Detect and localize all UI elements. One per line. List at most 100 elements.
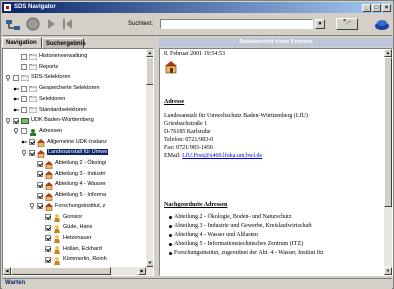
tree-item[interactable]: Reports	[13, 63, 58, 72]
tree-item[interactable]: Abteilung 3 - Industri	[29, 170, 105, 180]
scroll-right-arrow-icon[interactable]: ▶	[138, 267, 146, 275]
tree-item[interactable]: Standardselektoren	[13, 106, 87, 115]
navigation-tree[interactable]: Kümmerlin, Reinh Hollan, Eckhard Hetzenaue…	[2, 48, 154, 276]
search-input[interactable]	[160, 19, 313, 29]
tree-item[interactable]: Historienverwaltung	[13, 52, 87, 61]
subordinate-item[interactable]: Abteilung 2 - Ökologie, Boden- und Natur…	[168, 214, 291, 221]
tree-checkbox[interactable]	[21, 85, 27, 92]
first-icon[interactable]	[60, 17, 74, 31]
folder-icon	[28, 96, 38, 103]
address-line: Griesbachstraße 1	[164, 121, 208, 127]
stop-icon[interactable]	[26, 17, 40, 31]
tree-item-label: Abteilung 5 - Informa	[55, 192, 107, 199]
pane-splitter[interactable]	[154, 37, 158, 276]
tree-checkbox[interactable]	[37, 181, 43, 188]
scroll-thumb[interactable]	[384, 57, 392, 207]
tree-checkbox[interactable]	[21, 128, 27, 135]
collapse-toggle-icon[interactable]	[5, 74, 11, 81]
scroll-thumb[interactable]	[11, 267, 111, 275]
email-link[interactable]: LfU.Post@x400.lfuka.um.bwl.de	[182, 153, 262, 159]
binoculars-icon: 🔭	[342, 20, 352, 27]
tree-item[interactable]: SDS-Selektoren	[5, 73, 70, 82]
subordinate-item[interactable]: Abteilung 4 - Wasser und Altlasten	[169, 232, 258, 239]
tree-checkbox[interactable]	[37, 171, 43, 178]
tree-item-label: Hollan, Eckhard	[63, 245, 102, 252]
scroll-up-arrow-icon[interactable]: ▲	[146, 49, 153, 57]
tree-item[interactable]: Landesanstalt für Umwe	[21, 148, 109, 159]
collapse-toggle-icon[interactable]	[21, 149, 27, 156]
subordinate-item[interactable]: Abteilung 3 - Industrie und Gewerbe, Kre…	[169, 223, 312, 230]
tree-item-label: Allgemeine UDK-Instanz	[47, 138, 107, 145]
close-button[interactable]: ×	[382, 4, 391, 12]
tree-item[interactable]: Gespeicherte Selektoren	[13, 84, 100, 93]
tree-checkbox[interactable]	[37, 203, 43, 210]
maximize-button[interactable]: □	[372, 4, 381, 12]
tree-item-label: Gespeicherte Selektoren	[39, 85, 100, 92]
tree-checkbox[interactable]	[13, 117, 19, 124]
database-icon	[21, 117, 29, 124]
tree-item[interactable]: Selektoren	[13, 95, 65, 104]
folder-icon	[28, 107, 38, 114]
scroll-down-arrow-icon[interactable]: ▼	[146, 259, 153, 267]
tree-checkbox[interactable]	[37, 192, 43, 199]
network-icon[interactable]	[5, 17, 21, 33]
tree-checkbox[interactable]	[45, 214, 51, 220]
tab-navigation[interactable]: Navigation	[2, 37, 42, 48]
detail-vertical-scrollbar[interactable]: ▲ ▼	[384, 49, 392, 275]
search-dropdown-button[interactable]: ▼	[315, 19, 325, 29]
window-title: SDS Navigator	[14, 4, 56, 10]
tab-suchergebnis[interactable]: Suchergebnis	[42, 38, 86, 48]
scroll-left-arrow-icon[interactable]: ◀	[3, 267, 11, 275]
tree-checkbox[interactable]	[21, 64, 27, 71]
tree-checkbox[interactable]	[13, 74, 19, 81]
collapse-toggle-icon[interactable]	[5, 117, 11, 124]
tree-item[interactable]: Hetzenauer	[37, 234, 91, 244]
scroll-up-arrow-icon[interactable]: ▲	[384, 49, 392, 57]
search-button[interactable]: 🔭	[336, 18, 358, 30]
tree-item[interactable]: Gonsior	[37, 213, 82, 222]
tree-vertical-scrollbar[interactable]: ▲ ▼	[146, 49, 153, 275]
tree-item[interactable]: Abteilung 2 - Ökologi	[29, 159, 106, 169]
house-icon	[37, 149, 45, 159]
tree-item[interactable]: Hollan, Eckhard	[37, 245, 102, 255]
house-icon	[45, 160, 53, 169]
tree-item[interactable]: Forschungsinstitut, z	[29, 202, 105, 212]
tree-checkbox[interactable]	[45, 235, 51, 242]
tree-horizontal-scrollbar[interactable]: ◀ ▶	[3, 267, 146, 275]
tree-checkbox[interactable]	[37, 160, 43, 167]
subordinate-item[interactable]: Abteilung 5 - Informationstechnisches Ze…	[168, 241, 303, 248]
minimize-button[interactable]: _	[362, 4, 371, 12]
tree-checkbox[interactable]	[21, 53, 27, 60]
tree-item[interactable]: Abteilung 4 - Wasser	[29, 180, 106, 191]
tree-item[interactable]: UDK Baden-Württemberg	[5, 116, 94, 125]
status-text: Warten	[5, 280, 26, 286]
address-heading: Adresse	[164, 99, 185, 105]
tree-item-label: Abteilung 4 - Wasser	[55, 181, 106, 188]
tree-checkbox[interactable]	[29, 149, 35, 156]
tree-item[interactable]: Güde, Hans	[37, 223, 92, 233]
tree-item[interactable]: Allgemeine UDK-Instanz	[21, 138, 107, 148]
tree-item[interactable]: Kümmerlin, Reinh	[37, 255, 107, 265]
tree-checkbox[interactable]	[45, 256, 51, 263]
play-icon[interactable]	[44, 17, 58, 31]
house-icon	[37, 139, 45, 148]
tree-checkbox[interactable]	[45, 224, 51, 231]
tree-checkbox[interactable]	[21, 96, 27, 103]
tree-checkbox[interactable]	[21, 107, 27, 113]
tree-checkbox[interactable]	[29, 139, 35, 146]
tree-item[interactable]: Abteilung 5 - Informa	[29, 191, 107, 201]
tree-checkbox[interactable]	[45, 246, 51, 253]
collapse-toggle-icon[interactable]	[13, 128, 19, 135]
collapse-toggle-icon[interactable]	[29, 203, 35, 210]
scroll-down-arrow-icon[interactable]: ▼	[384, 267, 392, 275]
scroll-thumb[interactable]	[146, 57, 153, 85]
toolbar: Suchtext: ▼ 🔭	[2, 14, 392, 36]
title-bar[interactable]: SDS Navigator _ □ ×	[2, 2, 392, 13]
address-line: D-76185 Karlsruhe	[164, 129, 211, 135]
tree-item[interactable]: Adressen	[13, 127, 62, 137]
subordinate-item[interactable]: Forschungsinstitut, zugeordnet der Abt. …	[169, 250, 324, 257]
house-icon	[45, 171, 53, 180]
email-label: EMail:	[164, 153, 181, 159]
